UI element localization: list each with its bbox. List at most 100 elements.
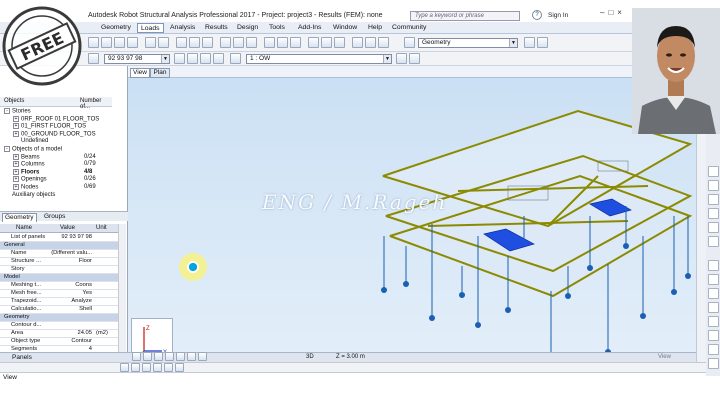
sections-icon[interactable]: [708, 302, 719, 313]
tree-item[interactable]: +01_FIRST FLOOR_TOS: [13, 123, 86, 131]
property-row[interactable]: Story: [0, 266, 118, 275]
display-icon[interactable]: [233, 37, 244, 48]
support-node[interactable]: [429, 315, 435, 321]
chevron-down-icon[interactable]: ▼: [383, 55, 391, 63]
case-prev-icon[interactable]: [396, 53, 407, 64]
property-row[interactable]: List of panels 92 93 97 98: [0, 234, 118, 243]
menu-geometry[interactable]: Geometry: [98, 23, 134, 33]
property-value[interactable]: Coons: [48, 282, 92, 288]
layout-icon[interactable]: [404, 37, 415, 48]
offsets-icon[interactable]: [708, 288, 719, 299]
chevron-down-icon[interactable]: ▼: [509, 39, 517, 47]
panels-icon[interactable]: [708, 194, 719, 205]
floor-icon[interactable]: [187, 53, 198, 64]
release-icon[interactable]: [308, 37, 319, 48]
tab-plan[interactable]: Plan: [150, 68, 170, 78]
pan-view-icon[interactable]: [187, 352, 196, 361]
status-icon[interactable]: [120, 363, 129, 372]
menu-loads[interactable]: Loads: [137, 23, 164, 33]
meshing-icon[interactable]: [708, 274, 719, 285]
offset-icon[interactable]: [321, 37, 332, 48]
calculate-icon[interactable]: [220, 37, 231, 48]
tree-item[interactable]: Auxiliary objects: [4, 192, 55, 199]
copy-icon[interactable]: [189, 37, 200, 48]
load-case-combo[interactable]: 1 : OW ▼: [246, 54, 392, 64]
property-value[interactable]: Shell: [48, 306, 92, 312]
support-node[interactable]: [475, 322, 481, 328]
property-row[interactable]: Structure ... Floor: [0, 258, 118, 267]
menu-design[interactable]: Design: [234, 23, 261, 33]
property-value[interactable]: Floor: [48, 258, 92, 264]
status-icon[interactable]: [153, 363, 162, 372]
search-input[interactable]: Type a keyword or phrase: [410, 11, 520, 21]
rotate-icon[interactable]: [378, 37, 389, 48]
expand-icon[interactable]: +: [13, 153, 19, 160]
thickness-icon[interactable]: [708, 316, 719, 327]
nodes-icon[interactable]: [708, 180, 719, 191]
support-node[interactable]: [640, 313, 646, 319]
zoom-window-icon[interactable]: [154, 352, 163, 361]
property-value[interactable]: 92 93 97 98: [48, 234, 92, 240]
save-icon[interactable]: [114, 37, 125, 48]
property-row[interactable]: Meshing t... Coons: [0, 282, 118, 291]
property-section[interactable]: Model: [0, 274, 118, 283]
tab-view[interactable]: View: [130, 68, 150, 78]
tab-groups[interactable]: Groups: [42, 213, 67, 222]
property-row[interactable]: Calculatio... Shell: [0, 306, 118, 315]
support-node[interactable]: [459, 292, 465, 298]
view-mode-3d[interactable]: 3D: [306, 354, 314, 360]
property-section[interactable]: Geometry: [0, 314, 118, 323]
property-row[interactable]: Object type Contour: [0, 338, 118, 347]
pan-icon[interactable]: [365, 37, 376, 48]
select-icon[interactable]: [88, 53, 99, 64]
support-node[interactable]: [685, 273, 691, 279]
new-icon[interactable]: [88, 37, 99, 48]
menu-results[interactable]: Results: [202, 23, 231, 33]
zoom-all-icon[interactable]: [143, 352, 152, 361]
layout-next-icon[interactable]: [537, 37, 548, 48]
chevron-down-icon[interactable]: ▼: [161, 55, 169, 63]
materials-icon[interactable]: [708, 330, 719, 341]
tables-icon[interactable]: [246, 37, 257, 48]
selection-combo[interactable]: 92 93 97 98 ▼: [104, 54, 170, 64]
bars-icon[interactable]: [708, 166, 719, 177]
menu-help[interactable]: Help: [365, 23, 385, 33]
status-icon[interactable]: [164, 363, 173, 372]
property-value[interactable]: Contour: [48, 338, 92, 344]
story-icon[interactable]: [708, 344, 719, 355]
expand-icon[interactable]: +: [13, 184, 19, 190]
tree-item[interactable]: + Columns: [13, 161, 45, 169]
property-row[interactable]: Area 24.05 (m2): [0, 330, 118, 339]
support-node[interactable]: [381, 287, 387, 293]
menu-tools[interactable]: Tools: [266, 23, 288, 33]
layout-combo[interactable]: Geometry ▼: [418, 38, 518, 48]
expand-icon[interactable]: +: [13, 176, 19, 183]
groups-icon[interactable]: [708, 358, 719, 369]
support-node[interactable]: [505, 307, 511, 313]
menu-community[interactable]: Community: [389, 23, 429, 33]
story-icon[interactable]: [200, 53, 211, 64]
loads-icon[interactable]: [708, 236, 719, 247]
support-node[interactable]: [587, 265, 593, 271]
property-value[interactable]: Yes: [48, 290, 92, 296]
sign-in-button[interactable]: Sign In: [548, 12, 568, 19]
collapse-icon[interactable]: -: [4, 108, 10, 114]
expand-icon[interactable]: +: [13, 115, 19, 122]
selection-filter-icon[interactable]: [174, 53, 185, 64]
layout-prev-icon[interactable]: [524, 37, 535, 48]
expand-icon[interactable]: +: [13, 130, 19, 137]
cladding-icon[interactable]: [708, 260, 719, 271]
paste-icon[interactable]: [202, 37, 213, 48]
section-icon[interactable]: [264, 37, 275, 48]
material-icon[interactable]: [277, 37, 288, 48]
cut-icon[interactable]: [176, 37, 187, 48]
window-controls[interactable]: –□×: [600, 8, 632, 20]
view-icon[interactable]: [132, 352, 141, 361]
expand-icon[interactable]: +: [13, 123, 19, 130]
grid-icon[interactable]: [213, 53, 224, 64]
releases-icon[interactable]: [708, 222, 719, 233]
menu-window[interactable]: Window: [330, 23, 360, 33]
support-icon[interactable]: [290, 37, 301, 48]
undo-icon[interactable]: [145, 37, 156, 48]
menu-analysis[interactable]: Analysis: [167, 23, 198, 33]
